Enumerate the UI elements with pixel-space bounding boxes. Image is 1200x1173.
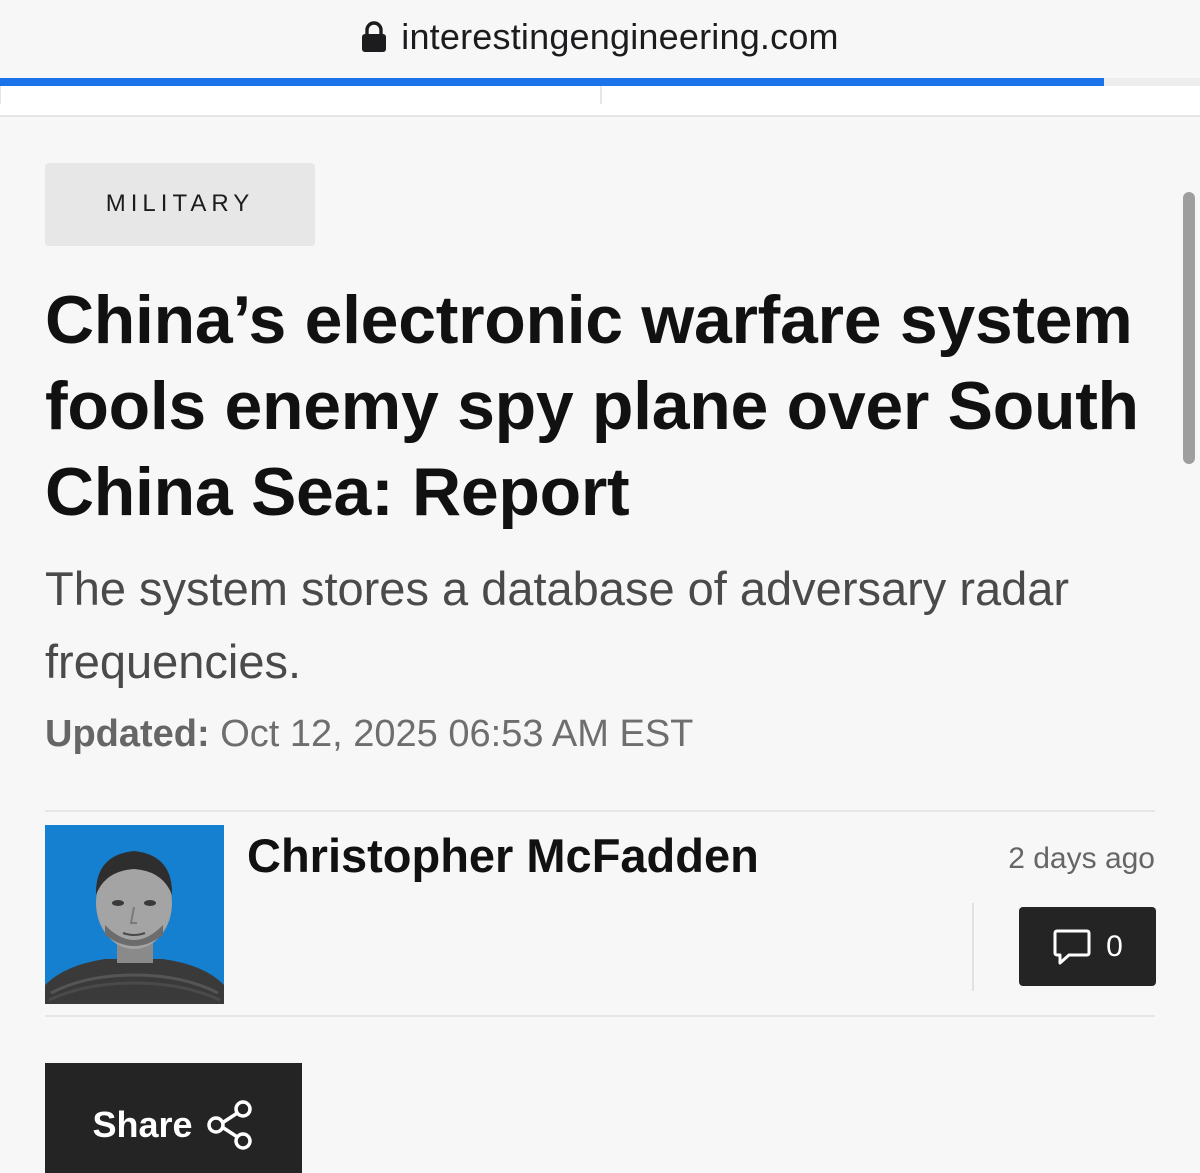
page-scrollbar[interactable] (1183, 192, 1195, 464)
lock-icon (362, 21, 387, 52)
author-name[interactable]: Christopher McFadden (247, 826, 759, 886)
updated-label: Updated: (45, 713, 210, 755)
url-display[interactable]: interestingengineering.com (361, 16, 839, 58)
updated-timestamp: Updated: Oct 12, 2025 06:53 AM EST (45, 709, 693, 759)
page-load-progress-track (1104, 78, 1200, 86)
site-subnav (0, 86, 1200, 117)
share-button[interactable]: Share (45, 1063, 302, 1173)
author-avatar[interactable] (45, 825, 224, 1004)
comments-count: 0 (1106, 929, 1123, 963)
vertical-divider (972, 903, 974, 991)
category-tag[interactable]: MILITARY (45, 163, 315, 246)
category-label: MILITARY (105, 189, 255, 217)
address-bar[interactable]: interestingengineering.com (0, 0, 1200, 78)
share-label: Share (92, 1104, 193, 1145)
subnav-divider (0, 86, 1, 104)
author-photo (45, 825, 224, 1004)
share-icon (206, 1100, 252, 1150)
relative-timestamp: 2 days ago (1008, 842, 1155, 875)
article-subheadline: The system stores a database of adversar… (45, 562, 1070, 688)
divider (45, 1015, 1155, 1017)
comments-button[interactable]: 0 (1019, 907, 1156, 986)
page-load-progress-bar (0, 78, 1104, 86)
divider (45, 810, 1155, 812)
comment-icon (1053, 929, 1091, 964)
article-headline: China’s electronic warfare system fools … (45, 282, 1139, 530)
subnav-divider (600, 86, 602, 104)
url-text: interestingengineering.com (401, 16, 839, 57)
updated-value: Oct 12, 2025 06:53 AM EST (209, 713, 694, 755)
